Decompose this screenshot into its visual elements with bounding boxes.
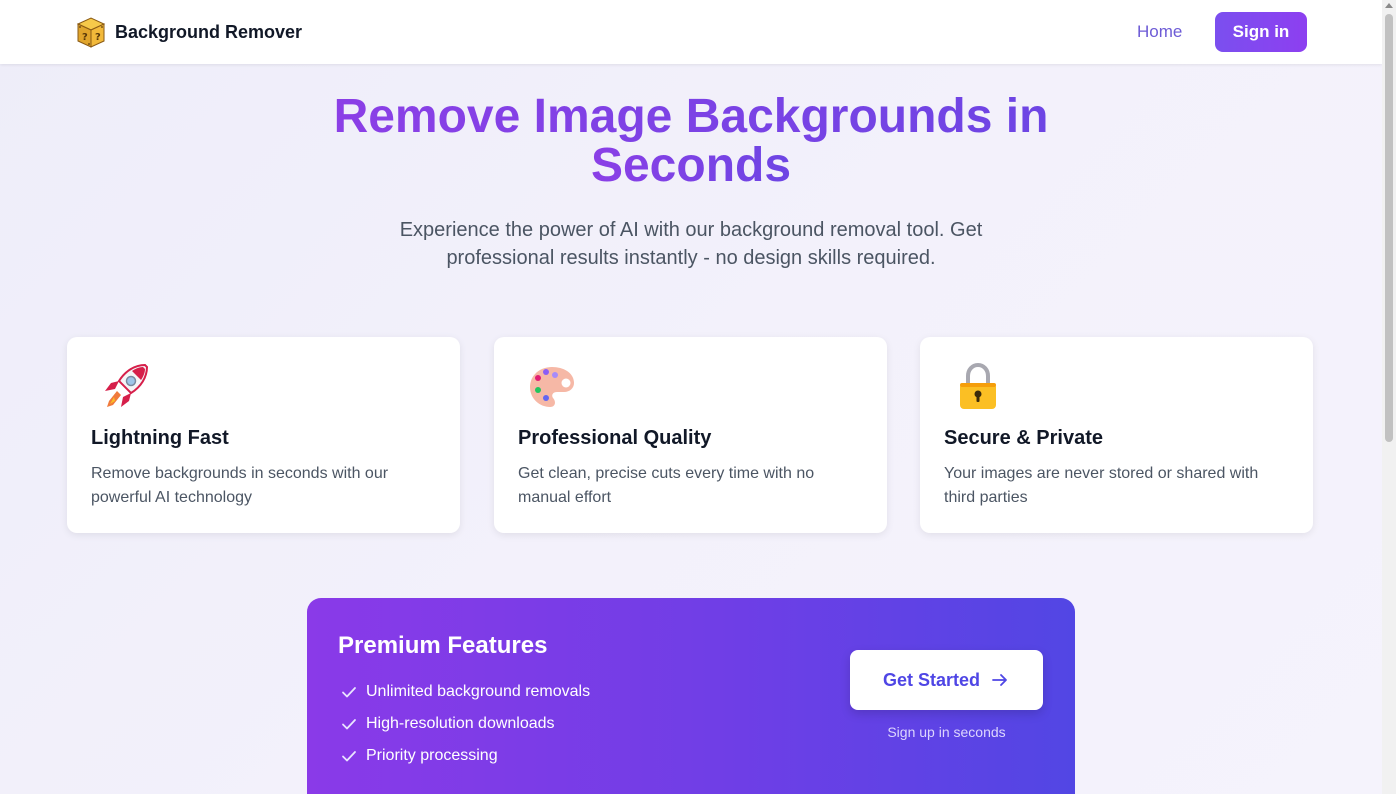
premium-feature-label: Unlimited background removals [366,683,591,700]
feature-card-title: Lightning Fast [91,427,229,449]
mystery-block-icon: ? ? [76,17,106,48]
arrow-right-icon [992,674,1007,686]
svg-text:?: ? [95,32,101,43]
premium-feature-label: High-resolution downloads [366,715,555,732]
premium-feature-label: Priority processing [366,747,498,764]
feature-card-text: Remove backgrounds in seconds with our p… [91,465,389,506]
feature-card-title: Professional Quality [518,427,712,449]
list-item: High-resolution downloads [341,708,590,740]
get-started-label: Get Started [882,669,981,690]
premium-feature-list: Unlimited background removals High-resol… [341,676,590,772]
scroll-up-arrow-icon[interactable] [1385,3,1393,8]
feature-card-title: Secure & Private [944,427,1103,449]
feature-card-quality: Professional Quality Get clean, precise … [494,337,887,533]
hero-title-line2: Seconds [590,139,792,192]
brand[interactable]: ? ? Background Remover [74,15,302,49]
rocket-icon [105,363,149,407]
svg-text:?: ? [82,32,88,43]
palette-icon [530,367,574,407]
cta-subtext: Sign up in seconds [887,724,1006,740]
scrollbar-thumb[interactable] [1385,14,1393,442]
list-item: Priority processing [341,740,590,772]
hero-subtitle: Experience the power of AI with our back… [399,219,983,269]
feature-card-text: Your images are never stored or shared w… [944,465,1259,506]
check-icon [342,719,356,730]
check-icon [342,751,356,762]
sign-in-button[interactable]: Sign in [1215,12,1307,52]
nav-home-link[interactable]: Home [1137,22,1182,42]
list-item: Unlimited background removals [341,676,590,708]
brand-name: Background Remover [115,21,303,42]
feature-card-text: Get clean, precise cuts every time with … [518,465,815,506]
get-started-button[interactable]: Get Started [850,650,1043,710]
lock-icon [960,362,996,409]
hero-title-line1: Remove Image Backgrounds in [333,90,1049,143]
feature-card-fast: Lightning Fast Remove backgrounds in sec… [67,337,460,533]
hero-title: Remove Image Backgrounds in Seconds [0,92,1382,190]
check-icon [342,687,356,698]
page-scrollbar[interactable] [1382,0,1396,794]
feature-card-secure: Secure & Private Your images are never s… [920,337,1313,533]
premium-banner: Premium Features Unlimited background re… [307,598,1075,794]
premium-title: Premium Features [338,632,548,659]
top-navbar: ? ? Background Remover Home Sign in [0,0,1382,64]
